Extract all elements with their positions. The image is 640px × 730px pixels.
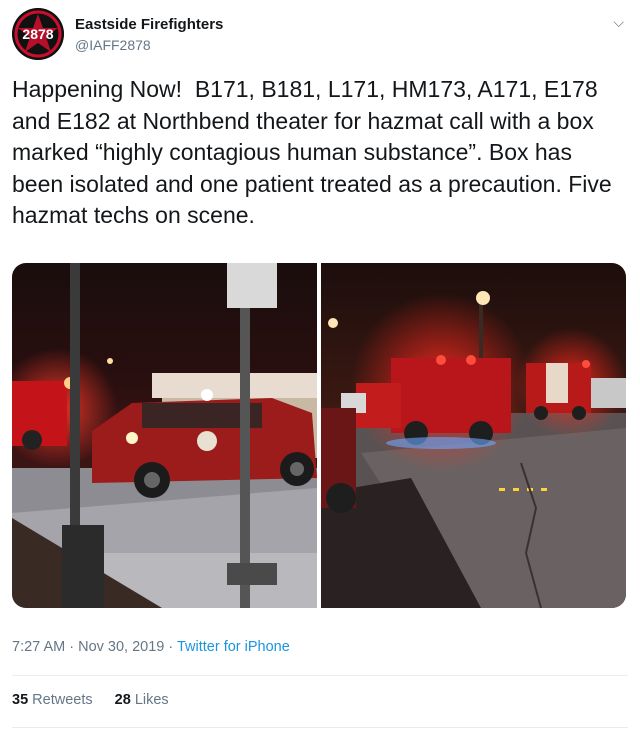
avatar-number: 2878 — [22, 26, 53, 42]
author-display-name[interactable]: Eastside Firefighters — [75, 16, 223, 34]
likes-stat[interactable]: 28 Likes — [115, 692, 169, 708]
divider-bottom — [12, 727, 628, 728]
likes-count: 28 — [114, 692, 131, 708]
likes-label: Likes — [134, 692, 169, 708]
divider-top — [12, 675, 628, 676]
photo-engine-ambulance[interactable] — [321, 263, 626, 608]
tweet-media[interactable] — [12, 263, 626, 608]
meta-separator-2: · — [164, 639, 177, 655]
retweets-stat[interactable]: 35 Retweets — [12, 692, 93, 708]
avatar-badge-icon: 2878 — [12, 8, 64, 60]
photo-suv[interactable] — [12, 263, 317, 608]
retweets-count: 35 — [12, 692, 29, 708]
tweet-stats: 35 Retweets 28 Likes — [12, 692, 187, 708]
more-options-button[interactable]: ⌵ — [613, 14, 624, 31]
tweet-date[interactable]: Nov 30, 2019 — [78, 639, 164, 655]
retweets-label: Retweets — [32, 692, 93, 708]
tweet-header: 2878 Eastside Firefighters @IAFF2878 ⌵ — [12, 8, 628, 64]
avatar[interactable]: 2878 — [12, 8, 64, 60]
chevron-down-icon: ⌵ — [613, 14, 624, 30]
author-handle[interactable]: @IAFF2878 — [75, 36, 223, 54]
tweet-time[interactable]: 7:27 AM — [12, 639, 65, 655]
tweet-text: Happening Now! B171, B181, L171, HM173, … — [12, 76, 619, 228]
author-names: Eastside Firefighters @IAFF2878 — [75, 16, 223, 54]
meta-separator: · — [65, 639, 79, 655]
tweet-meta: 7:27 AM · Nov 30, 2019 · Twitter for iPh… — [12, 639, 290, 655]
tweet-source-link[interactable]: Twitter for iPhone — [177, 639, 290, 655]
